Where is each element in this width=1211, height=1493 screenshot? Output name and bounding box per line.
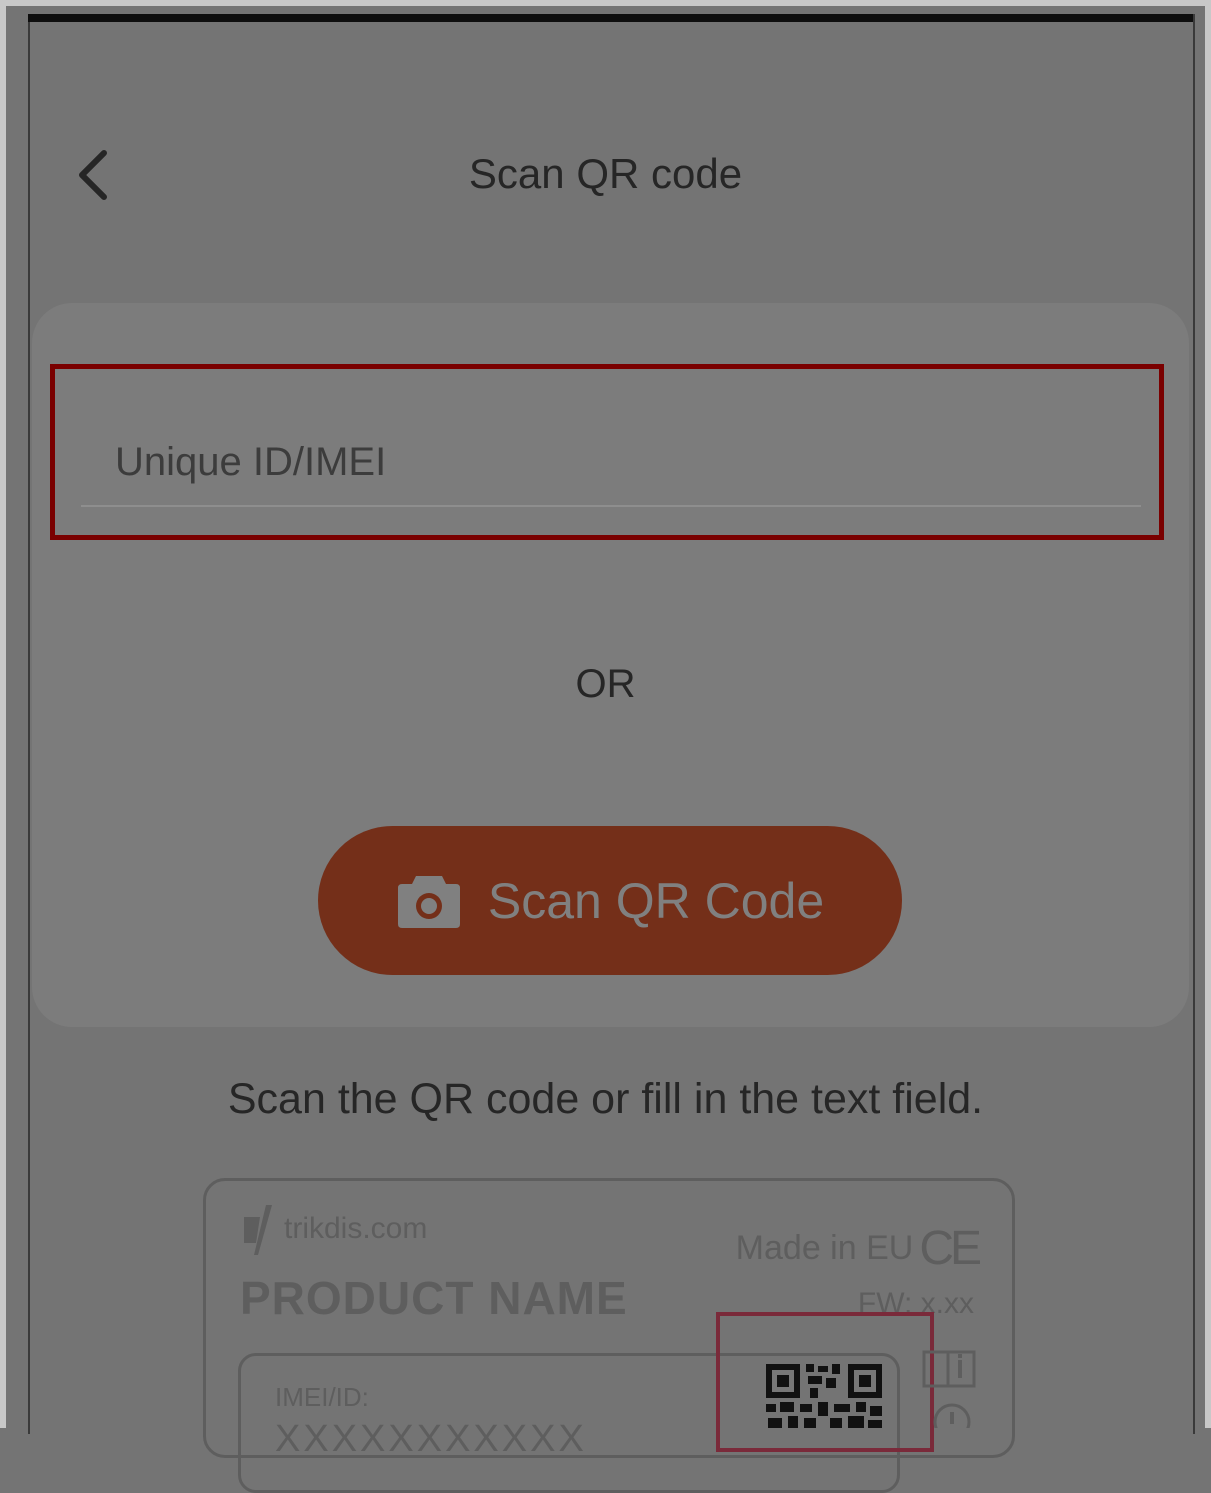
scan-qr-code-button[interactable]: Scan QR Code — [318, 826, 902, 975]
unique-id-input[interactable] — [81, 419, 1141, 507]
page-title: Scan QR code — [468, 150, 743, 197]
imei-label: IMEI/ID: — [275, 1382, 369, 1412]
product-name: PRODUCT NAME — [240, 1272, 628, 1324]
made-in-row: Made in EU CE — [735, 1221, 982, 1276]
manual-book-icon — [922, 1350, 976, 1388]
screenshot-frame-left — [0, 0, 6, 1428]
scan-button-label: Scan QR Code — [487, 872, 825, 929]
trikdis-logo-icon — [244, 1205, 272, 1255]
helper-text: Scan the QR code or fill in the text fie… — [227, 1075, 984, 1123]
made-in-text: Made in EU — [735, 1229, 914, 1267]
status-bar — [28, 14, 1193, 22]
brand-text: trikdis.com — [284, 1212, 428, 1245]
id-input-highlight — [50, 364, 1164, 540]
ce-mark: CE — [919, 1222, 982, 1275]
screenshot-frame-right — [1205, 0, 1211, 1428]
imei-value: XXXXXXXXXXX — [275, 1418, 587, 1460]
brand-row: trikdis.com — [242, 1203, 427, 1255]
or-separator: OR — [575, 662, 636, 706]
info-icon — [933, 1403, 971, 1428]
qr-code-icon — [766, 1364, 882, 1428]
screenshot-frame-top — [0, 0, 1211, 6]
camera-icon — [397, 875, 460, 928]
